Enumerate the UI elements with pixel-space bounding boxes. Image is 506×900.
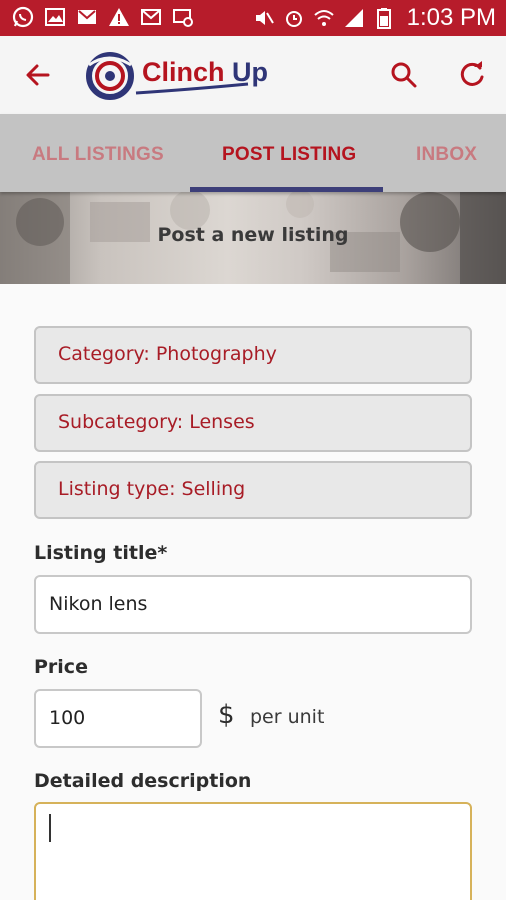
status-time: 1:03 PM — [406, 4, 496, 31]
tab-indicator — [190, 187, 383, 192]
notification-icons — [12, 6, 194, 28]
back-button[interactable] — [22, 59, 54, 91]
listing-type-select-label: Listing type: Selling — [58, 478, 246, 500]
listing-title-input[interactable]: Nikon lens — [34, 575, 472, 634]
image-icon — [44, 6, 66, 28]
tab-post-listing[interactable]: POST LISTING — [222, 144, 356, 166]
category-select-label: Category: Photography — [58, 343, 277, 365]
back-arrow-icon — [26, 64, 50, 86]
listing-title-label: Listing title* — [34, 542, 168, 564]
search-icon — [391, 62, 417, 88]
text-cursor — [49, 814, 51, 842]
search-button[interactable] — [388, 59, 420, 91]
clinch-up-logo: Clinch Up — [84, 49, 294, 103]
price-unit-label: per unit — [250, 706, 325, 728]
alarm-icon — [283, 7, 305, 29]
subcategory-select[interactable]: Subcategory: Lenses — [34, 394, 472, 452]
logo-text: Clinch Up — [142, 57, 269, 87]
listing-type-select[interactable]: Listing type: Selling — [34, 461, 472, 519]
banner: Post a new listing — [0, 192, 506, 284]
currency-symbol: $ — [218, 700, 235, 730]
settings-email-icon — [172, 6, 194, 28]
description-textarea[interactable] — [34, 802, 472, 900]
gmail-icon — [76, 6, 98, 28]
category-select[interactable]: Category: Photography — [34, 326, 472, 384]
status-bar: 1:03 PM — [0, 0, 506, 36]
tab-all-listings[interactable]: ALL LISTINGS — [32, 144, 164, 166]
tab-bar: ALL LISTINGS POST LISTING INBOX — [0, 114, 506, 192]
tab-inbox[interactable]: INBOX — [416, 144, 477, 166]
banner-title: Post a new listing — [157, 224, 349, 246]
wifi-icon — [313, 7, 335, 29]
price-label: Price — [34, 656, 88, 678]
refresh-icon — [460, 61, 484, 86]
listing-title-value: Nikon lens — [49, 593, 148, 615]
app-bar: Clinch Up — [0, 36, 506, 114]
whatsapp-icon — [12, 6, 34, 28]
warning-icon — [108, 6, 130, 28]
battery-icon — [373, 7, 395, 29]
email-icon — [140, 6, 162, 28]
price-input[interactable]: 100 — [34, 689, 202, 748]
mute-icon — [253, 7, 275, 29]
subcategory-select-label: Subcategory: Lenses — [58, 411, 255, 433]
price-value: 100 — [49, 707, 86, 729]
system-icons: 1:03 PM — [253, 4, 496, 32]
refresh-button[interactable] — [456, 59, 488, 91]
signal-icon — [343, 7, 365, 29]
description-label: Detailed description — [34, 770, 252, 792]
